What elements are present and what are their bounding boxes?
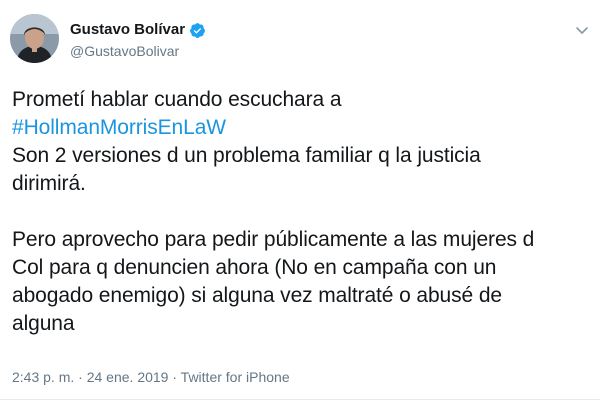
user-handle[interactable]: @GustavoBolivar: [70, 43, 179, 60]
tweet-text: Prometí hablar cuando escuchara a #Hollm…: [12, 86, 592, 338]
separator: ·: [74, 369, 87, 385]
tweet-line: Pero aprovecho para pedir públicamente a…: [12, 228, 535, 251]
separator: ·: [168, 369, 181, 385]
tweet-line: alguna: [12, 312, 75, 335]
avatar[interactable]: [10, 14, 59, 63]
user-name-row[interactable]: Gustavo Bolívar: [70, 21, 206, 39]
tweet-time[interactable]: 2:43 p. m.: [12, 369, 74, 385]
tweet-source[interactable]: Twitter for iPhone: [181, 369, 290, 385]
tweet-date[interactable]: 24 ene. 2019: [87, 369, 169, 385]
hashtag-link[interactable]: #HollmanMorrisEnLaW: [12, 114, 592, 142]
tweet-line: dirimirá.: [12, 172, 86, 195]
chevron-down-icon[interactable]: [574, 22, 590, 38]
tweet-card: Gustavo Bolívar @GustavoBolivar Prometí …: [0, 0, 600, 400]
paragraph-break: [12, 198, 592, 226]
tweet-line: Col para q denuncien ahora (No en campañ…: [12, 256, 497, 279]
tweet-line: abogado enemigo) si alguna vez maltraté …: [12, 284, 502, 307]
tweet-line: Son 2 versiones d un problema familiar q…: [12, 144, 481, 167]
verified-badge-icon: [189, 22, 206, 39]
tweet-line: Prometí hablar cuando escuchara a: [12, 88, 342, 111]
tweet-metadata: 2:43 p. m. · 24 ene. 2019 · Twitter for …: [12, 369, 290, 386]
display-name[interactable]: Gustavo Bolívar: [70, 21, 185, 39]
avatar-image: [10, 14, 59, 63]
